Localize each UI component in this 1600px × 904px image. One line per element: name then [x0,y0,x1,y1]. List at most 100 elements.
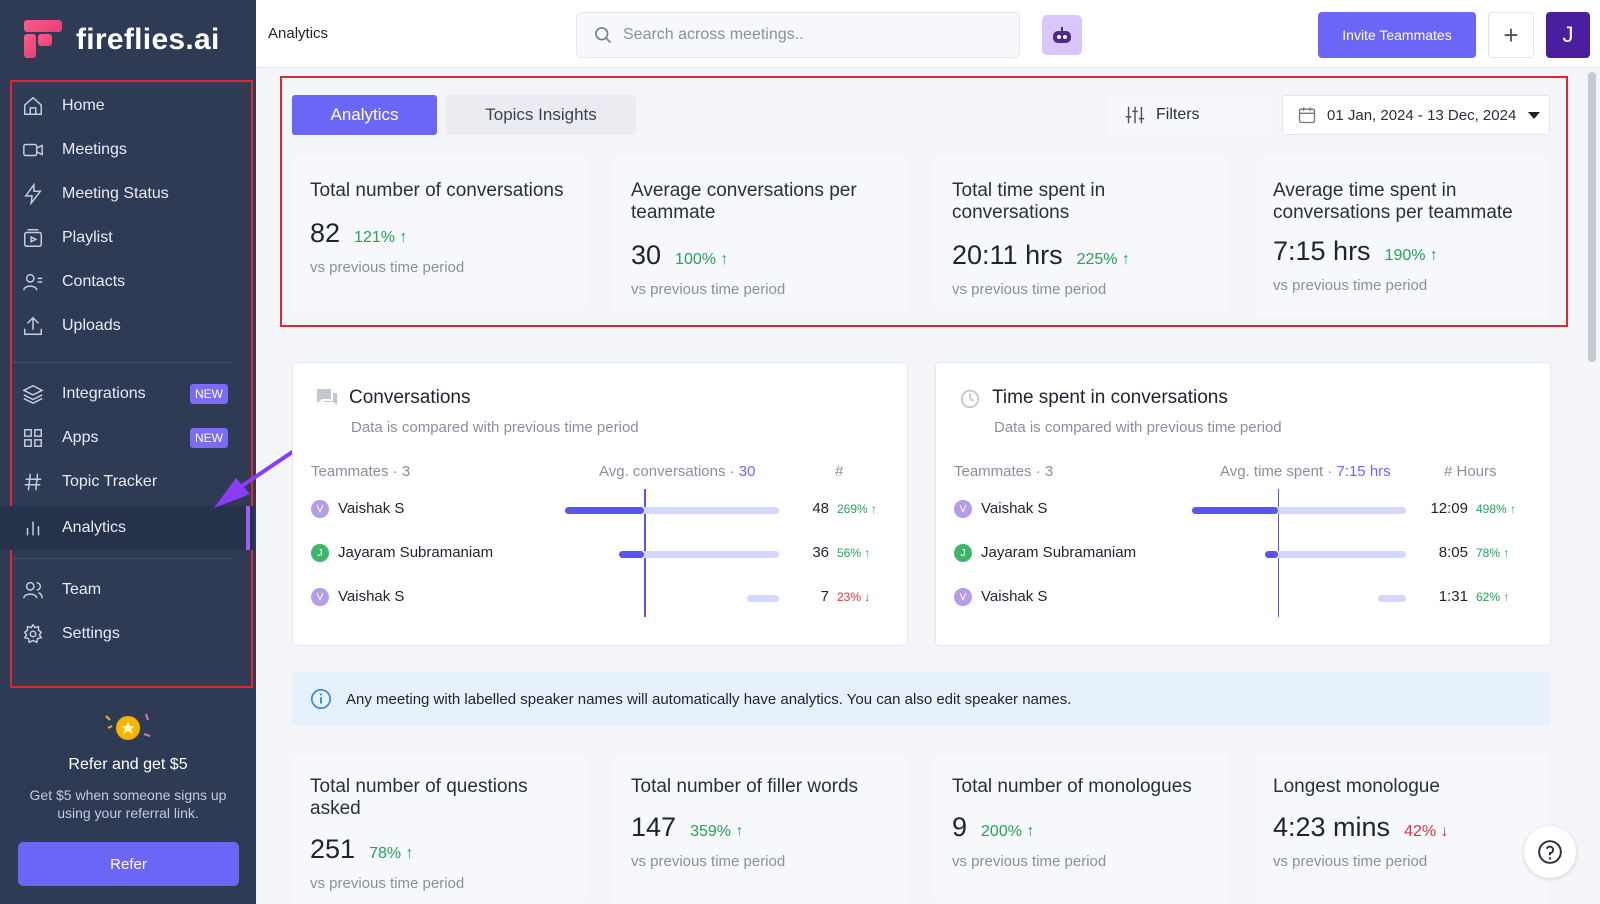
teammate-value: 12:09 [1430,500,1468,517]
teammate-name: Vaishak S [981,588,1048,605]
stat-delta: 42% ↓ [1404,823,1449,840]
stat-label: Total number of conversations [310,180,564,201]
chart-icon [26,521,40,536]
stat-delta: 190% ↑ [1384,247,1438,264]
fireflies-logo-icon [24,20,64,60]
col-count: # [835,463,844,480]
teammate-value: 48 [812,500,829,517]
stat-label: Total number of monologues [952,776,1192,797]
sidebar-item-playlist[interactable]: Playlist [0,216,254,260]
add-button[interactable]: + [1488,12,1534,58]
panel-subtitle: Data is compared with previous time peri… [994,419,1282,436]
sidebar-item-label: Settings [62,625,120,642]
sidebar-item-contacts[interactable]: Contacts [0,260,254,304]
search-box[interactable] [576,12,1020,58]
sidebar-item-team[interactable]: Team [0,568,254,612]
invite-teammates-button[interactable]: Invite Teammates [1318,12,1476,58]
teammate-avatar: V [954,588,972,606]
sliders-icon [1125,106,1145,124]
col-avg: Avg. conversations · 30 [599,463,756,480]
chevron-down-icon [1528,111,1541,119]
nav-divider [12,362,232,363]
stat-card-avg-time: Average time spent in conversations per … [1255,158,1549,318]
sidebar-item-integrations[interactable]: Integrations NEW [0,372,254,416]
user-avatar[interactable]: J [1546,12,1590,58]
stat-sub: vs previous time period [631,853,786,870]
team-icon [23,581,43,599]
tab-topics-insights[interactable]: Topics Insights [446,95,636,135]
stat-value: 147 [631,812,677,842]
stat-card-longest-monologue: Longest monologue 4:23 mins 42% ↓ vs prev… [1255,754,1549,904]
sidebar-item-meeting-status[interactable]: Meeting Status [0,172,254,216]
sidebar-item-home[interactable]: Home [0,84,254,128]
comparison-bar-fill [618,551,645,558]
info-banner: Any meeting with labelled speaker names … [292,672,1550,726]
filters-button[interactable]: Filters [1108,95,1272,135]
teammate-row: V Vaishak S 12:09 498% ↑ [954,497,1534,521]
help-button[interactable] [1524,826,1576,878]
stat-delta: 100% ↑ [675,251,729,268]
refer-button[interactable]: Refer [18,842,239,886]
fred-bot-button[interactable] [1042,15,1082,55]
logo[interactable]: fireflies.ai [24,20,220,60]
scrollbar-thumb[interactable] [1588,72,1596,362]
stat-label: Average time spent in conversations per … [1273,180,1513,223]
stat-sub: vs previous time period [1273,853,1428,870]
sidebar-item-meetings[interactable]: Meetings [0,128,254,172]
teammate-delta: 23% ↓ [837,590,871,604]
col-teammates: Teammates · 3 [311,463,411,480]
refer-subtitle: Get $5 when someone signs up using your … [29,787,227,821]
stat-label: Longest monologue [1273,776,1440,797]
sidebar-item-label: Meeting Status [62,185,169,202]
teammate-avatar: V [311,588,329,606]
contacts-icon [23,273,43,291]
refer-title: Refer and get $5 [68,756,188,773]
col-avg: Avg. time spent · 7:15 hrs [1220,463,1391,480]
info-icon [311,689,331,709]
teammate-name: Jayaram Subramaniam [981,544,1137,561]
sidebar-item-settings[interactable]: Settings [0,612,254,656]
teammate-row: J Jayaram Subramaniam 8:05 78% ↑ [954,541,1534,565]
stat-value: 20:11 hrs [952,240,1063,270]
tab-analytics[interactable]: Analytics [292,95,437,135]
teammate-avatar: J [954,544,972,562]
stat-delta: 225% ↑ [1076,251,1130,268]
teammate-name: Jayaram Subramaniam [338,544,494,561]
bolt-icon [24,183,42,205]
teammate-name: Vaishak S [338,588,405,605]
playlist-icon [24,229,42,247]
robot-icon [1053,27,1071,43]
sidebar-item-label: Team [62,581,102,598]
stat-value: 4:23 mins [1273,812,1391,842]
teammate-row: V Vaishak S 1:31 62% ↑ [954,585,1534,609]
stat-sub: vs previous time period [310,875,465,892]
teammate-delta: 269% ↑ [837,502,878,516]
stat-card-avg-conversations: Average conversations per teammate 30 100… [613,158,907,312]
gear-icon [23,623,43,644]
video-icon [23,143,43,157]
stat-value: 82 [310,218,341,248]
stat-label: Total number of questions asked [310,776,528,819]
date-range-select[interactable]: 01 Jan, 2024 - 13 Dec, 2024 [1282,95,1550,135]
teammate-delta: 56% ↑ [837,546,871,560]
stat-delta: 121% ↑ [354,229,408,246]
stat-sub: vs previous time period [1273,277,1428,294]
timer-icon [960,389,980,409]
page-title: Analytics [268,25,329,42]
col-count: # Hours [1444,463,1497,480]
teammate-value: 7 [820,588,829,605]
upload-icon [24,316,42,335]
stat-sub: vs previous time period [952,853,1107,870]
grid-icon [24,429,42,447]
stat-card-total-time: Total time spent in conversations 20:11 … [934,158,1228,312]
stat-label: Total time spent in conversations [952,180,1106,223]
stat-value: 9 [952,812,968,842]
sidebar-item-uploads[interactable]: Uploads [0,304,254,348]
topbar: Analytics Invite Teammates + J [256,0,1600,68]
teammate-name: Vaishak S [981,500,1048,517]
search-input[interactable] [623,26,1003,44]
home-icon [24,96,42,115]
coin-confetti-icon [105,713,151,740]
teammate-value: 1:31 [1438,588,1468,605]
teammate-row: V Vaishak S 7 23% ↓ [311,585,891,609]
